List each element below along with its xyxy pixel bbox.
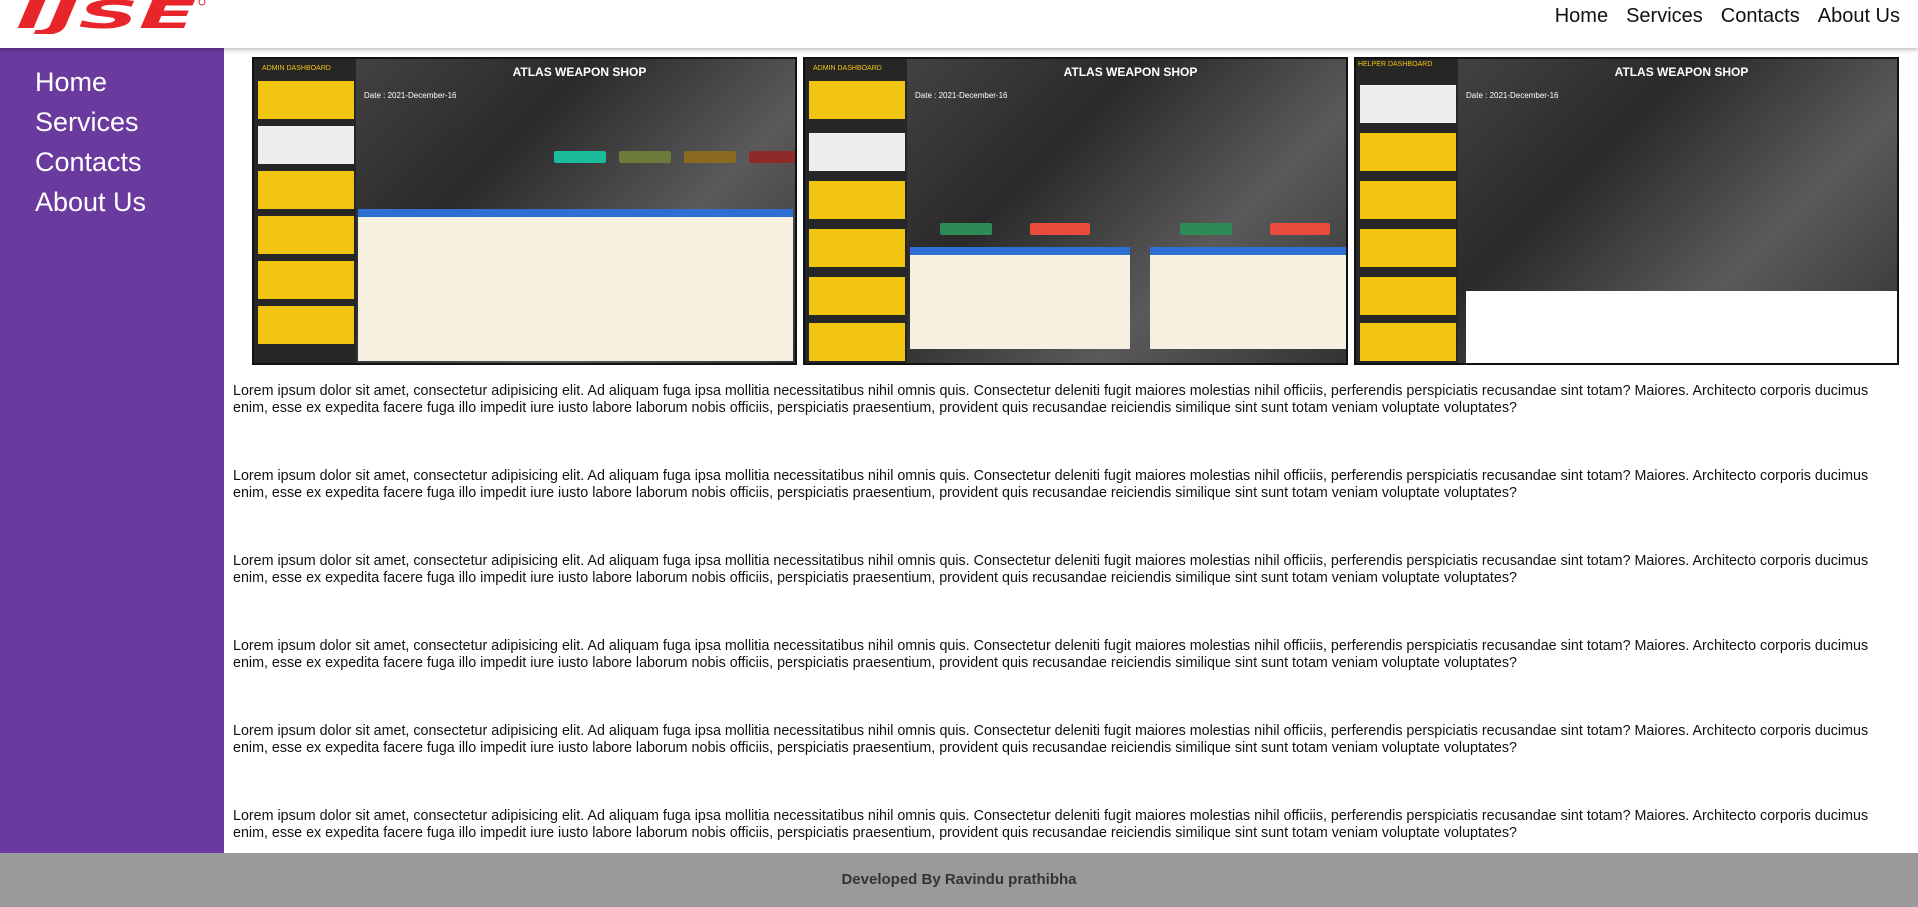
sidebar-item-contacts[interactable]: Contacts [35,142,224,182]
shop-title: ATLAS WEAPON SHOP [1063,65,1198,79]
shop-date: Date : 2021-December-16 [364,91,457,100]
paragraph: Lorem ipsum dolor sit amet, consectetur … [233,723,1869,756]
panel-label: HELPER DASHBOARD [1358,61,1433,68]
paragraph: Lorem ipsum dolor sit amet, consectetur … [233,553,1869,586]
shop-title: ATLAS WEAPON SHOP [1614,65,1749,79]
ijse-logo-icon: IJSE [16,0,206,37]
svg-text:IJSE: IJSE [16,0,196,34]
panel-label: ADMIN DASHBOARD [813,65,882,72]
shop-title: ATLAS WEAPON SHOP [512,65,647,79]
footer-credit: Developed By Ravindu prathibha [841,871,1077,888]
paragraph: Lorem ipsum dolor sit amet, consectetur … [233,638,1869,671]
top-nav-home[interactable]: Home [1555,5,1608,28]
screenshot-gallery: ADMIN DASHBOARD ATLAS WEAPON SHOP Date :… [252,57,1899,365]
top-nav: Home Services Contacts About Us [1555,5,1900,28]
dashboard-sidebar: ADMIN DASHBOARD [254,59,356,363]
brand-logo[interactable]: IJSE [16,0,206,37]
dashboard-sidebar: ADMIN DASHBOARD [805,59,907,363]
paragraph: Lorem ipsum dolor sit amet, consectetur … [233,383,1869,416]
top-nav-contacts[interactable]: Contacts [1721,5,1800,28]
sidebar-item-home[interactable]: Home [35,62,224,102]
shop-date: Date : 2021-December-16 [915,91,1008,100]
shop-date: Date : 2021-December-16 [1466,91,1559,100]
top-nav-services[interactable]: Services [1626,5,1703,28]
top-nav-about-us[interactable]: About Us [1818,5,1900,28]
gallery-image-2: ADMIN DASHBOARD ATLAS WEAPON SHOP Date :… [803,57,1348,365]
paragraph: Lorem ipsum dolor sit amet, consectetur … [233,468,1869,501]
gallery-image-3: HELPER DASHBOARD ATLAS WEAPON SHOP Date … [1354,57,1899,365]
sidebar-item-services[interactable]: Services [35,102,224,142]
panel-label: ADMIN DASHBOARD [262,65,331,72]
sidebar: Home Services Contacts About Us [0,48,224,853]
gallery-image-1: ADMIN DASHBOARD ATLAS WEAPON SHOP Date :… [252,57,797,365]
paragraph: Lorem ipsum dolor sit amet, consectetur … [233,808,1869,841]
sidebar-item-about-us[interactable]: About Us [35,182,224,222]
main-content: Lorem ipsum dolor sit amet, consectetur … [233,383,1903,893]
top-bar: IJSE Home Services Contacts About Us [0,0,1918,48]
footer: Developed By Ravindu prathibha [0,853,1918,907]
sidebar-menu: Home Services Contacts About Us [0,48,224,222]
brand-logos-strip [1466,291,1897,363]
dashboard-sidebar: HELPER DASHBOARD [1356,59,1458,363]
